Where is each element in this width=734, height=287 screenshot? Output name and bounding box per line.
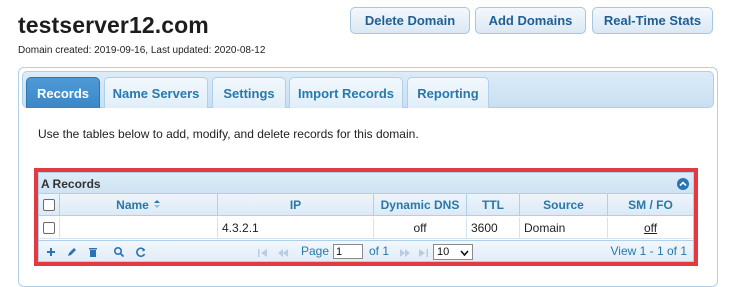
tab-reporting[interactable]: Reporting bbox=[407, 77, 489, 108]
column-header-name[interactable]: Name bbox=[60, 194, 218, 216]
intro-text: Use the tables below to add, modify, and… bbox=[38, 127, 419, 141]
column-header-dynamic-dns[interactable]: Dynamic DNS bbox=[374, 194, 467, 216]
first-page-icon bbox=[257, 247, 269, 257]
add-icon[interactable] bbox=[45, 246, 57, 258]
column-header-ip[interactable]: IP bbox=[218, 194, 374, 216]
tab-name-servers[interactable]: Name Servers bbox=[104, 77, 208, 108]
rows-per-page-value: 10 bbox=[437, 246, 450, 258]
view-records-label: View 1 - 1 of 1 bbox=[610, 244, 688, 258]
page-number-input[interactable] bbox=[333, 244, 363, 259]
cell-dynamic-dns[interactable]: off bbox=[374, 217, 467, 239]
cell-sm-fo: off bbox=[608, 217, 693, 239]
grid-caption: A Records bbox=[39, 173, 693, 194]
cell-name[interactable] bbox=[60, 217, 218, 239]
tab-records[interactable]: Records bbox=[26, 77, 100, 108]
row-checkbox[interactable] bbox=[43, 221, 55, 234]
a-records-highlight: A Records Name IP Dynamic DNS TTL Source… bbox=[34, 168, 698, 266]
next-page-icon bbox=[399, 247, 411, 257]
select-all-header bbox=[39, 194, 60, 216]
column-header-name-label: Name bbox=[116, 197, 149, 212]
row-select-cell bbox=[39, 217, 60, 239]
page-total-label: of 1 bbox=[369, 244, 390, 258]
tab-bar: Records Name Servers Settings Import Rec… bbox=[22, 71, 714, 108]
real-time-stats-button[interactable]: Real-Time Stats bbox=[592, 7, 713, 34]
select-all-checkbox[interactable] bbox=[43, 198, 55, 211]
cell-ttl[interactable]: 3600 bbox=[467, 217, 520, 239]
page-label: Page bbox=[301, 244, 330, 258]
sort-icon bbox=[153, 198, 161, 212]
records-panel: Records Name Servers Settings Import Rec… bbox=[18, 67, 718, 287]
domain-title: testserver12.com bbox=[18, 12, 209, 38]
prev-page-icon bbox=[277, 247, 289, 257]
cell-ip[interactable]: 4.3.2.1 bbox=[218, 217, 374, 239]
edit-icon[interactable] bbox=[66, 246, 78, 258]
grid-pager: Page of 1 10 View 1 - 1 of 1 bbox=[39, 240, 693, 261]
refresh-icon[interactable] bbox=[135, 246, 147, 258]
sm-fo-link[interactable]: off bbox=[644, 221, 657, 235]
column-header-sm-fo[interactable]: SM / FO bbox=[608, 194, 693, 216]
delete-domain-button[interactable]: Delete Domain bbox=[350, 7, 470, 34]
grid-caption-title: A Records bbox=[41, 177, 101, 191]
rows-per-page-select[interactable]: 10 bbox=[433, 244, 473, 260]
cell-source[interactable]: Domain bbox=[520, 217, 608, 239]
add-domains-button[interactable]: Add Domains bbox=[475, 7, 586, 34]
a-records-grid: A Records Name IP Dynamic DNS TTL Source… bbox=[38, 172, 694, 262]
tab-import-records[interactable]: Import Records bbox=[289, 77, 403, 108]
delete-icon[interactable] bbox=[87, 246, 99, 258]
tab-settings[interactable]: Settings bbox=[212, 77, 286, 108]
column-header-ttl[interactable]: TTL bbox=[467, 194, 520, 216]
collapse-icon[interactable] bbox=[677, 178, 689, 190]
search-icon[interactable] bbox=[113, 246, 125, 258]
column-header-source[interactable]: Source bbox=[520, 194, 608, 216]
last-page-icon bbox=[417, 247, 429, 257]
chevron-down-icon bbox=[460, 250, 469, 256]
domain-meta: Domain created: 2019-09-16, Last updated… bbox=[18, 45, 266, 56]
